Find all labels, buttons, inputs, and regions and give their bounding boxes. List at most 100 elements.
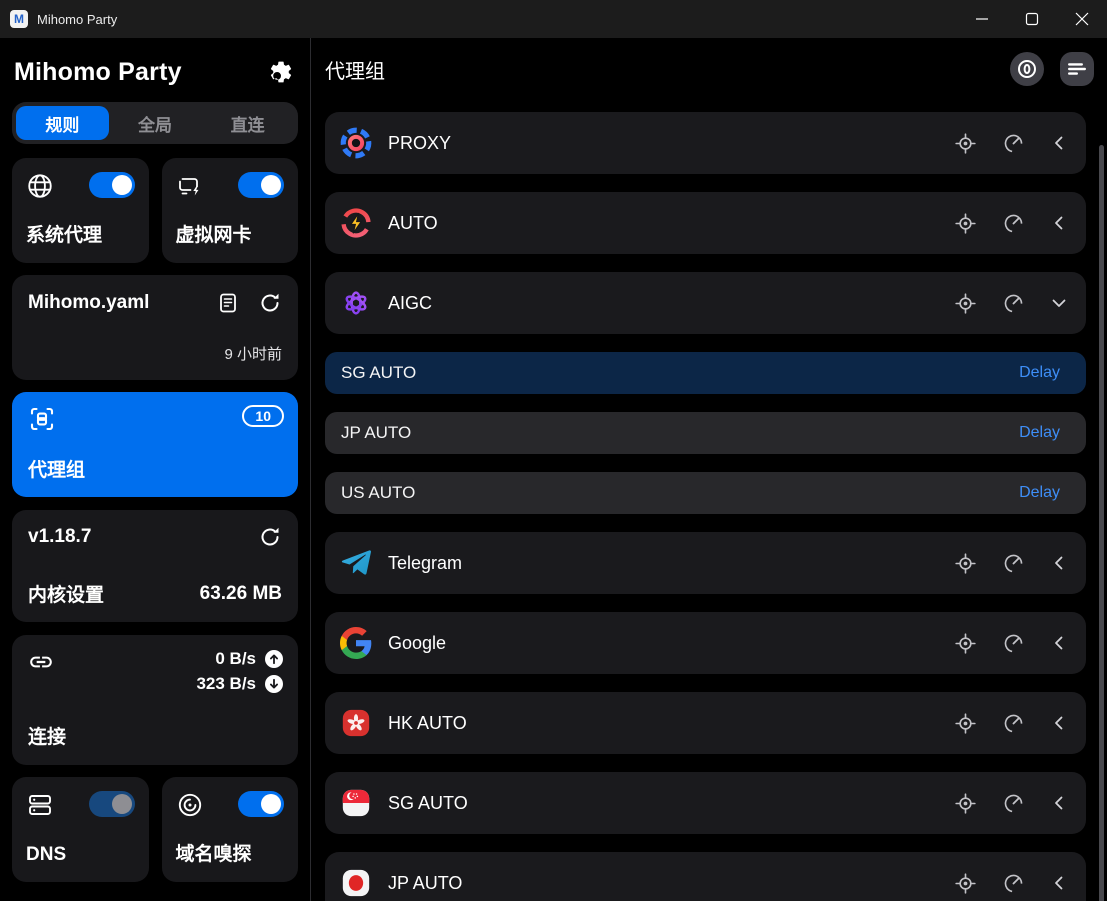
settings-gear-icon[interactable] bbox=[268, 59, 294, 85]
maximize-button[interactable] bbox=[1007, 0, 1057, 38]
sniff-card[interactable]: 域名嗅探 bbox=[162, 777, 299, 882]
sniff-icon bbox=[176, 791, 204, 819]
locate-icon[interactable] bbox=[955, 873, 976, 894]
system-proxy-toggle[interactable] bbox=[89, 172, 135, 198]
chevron-down-icon[interactable] bbox=[1051, 295, 1067, 311]
speedtest-gauge-icon[interactable] bbox=[1003, 213, 1024, 234]
group-name: AIGC bbox=[388, 293, 432, 314]
speedtest-gauge-icon[interactable] bbox=[1003, 713, 1024, 734]
sniff-toggle[interactable] bbox=[238, 791, 284, 817]
connections-label: 连接 bbox=[28, 722, 284, 749]
speedtest-gauge-icon[interactable] bbox=[1003, 873, 1024, 894]
dns-toggle[interactable] bbox=[89, 791, 135, 817]
group-name: SG AUTO bbox=[388, 793, 468, 814]
auto-lightning-logo-icon bbox=[339, 206, 373, 240]
speedtest-gauge-icon[interactable] bbox=[1003, 553, 1024, 574]
scrollbar-thumb[interactable] bbox=[1099, 145, 1104, 901]
download-arrow-icon bbox=[264, 674, 284, 694]
openai-logo-icon bbox=[339, 286, 373, 320]
chevron-left-icon[interactable] bbox=[1051, 635, 1067, 651]
group-row-google[interactable]: Google bbox=[325, 612, 1086, 674]
tab-rule[interactable]: 规则 bbox=[16, 106, 109, 140]
speedtest-gauge-icon[interactable] bbox=[1003, 633, 1024, 654]
group-name: JP AUTO bbox=[388, 873, 462, 894]
dns-card[interactable]: DNS bbox=[12, 777, 149, 882]
locate-icon[interactable] bbox=[955, 793, 976, 814]
delay-display-button[interactable] bbox=[1010, 52, 1044, 86]
proxy-group-list: PROXY bbox=[311, 100, 1107, 901]
group-row-proxy[interactable]: PROXY bbox=[325, 112, 1086, 174]
core-version: v1.18.7 bbox=[28, 526, 91, 548]
connections-card[interactable]: 0 B/s 323 B/s 连接 bbox=[12, 635, 298, 765]
proxy-groups-card[interactable]: 10 代理组 bbox=[12, 392, 298, 497]
hong-kong-flag-icon bbox=[339, 706, 373, 740]
tab-global[interactable]: 全局 bbox=[109, 106, 202, 140]
proxy-groups-icon bbox=[28, 405, 56, 433]
telegram-logo-icon bbox=[339, 546, 373, 580]
core-card[interactable]: v1.18.7 内核设置 63.26 MB bbox=[12, 510, 298, 622]
group-row-auto[interactable]: AUTO bbox=[325, 192, 1086, 254]
sniff-label: 域名嗅探 bbox=[176, 839, 285, 866]
speedtest-gauge-icon[interactable] bbox=[1003, 293, 1024, 314]
core-refresh-icon[interactable] bbox=[258, 525, 282, 549]
proxy-groups-panel: 代理组 bbox=[310, 38, 1107, 901]
zero-circle-icon bbox=[1017, 59, 1037, 79]
proxy-item-us-auto[interactable]: US AUTO Delay bbox=[325, 472, 1086, 514]
locate-icon[interactable] bbox=[955, 713, 976, 734]
sidebar: Mihomo Party 规则 全局 直连 bbox=[0, 38, 310, 901]
list-lines-icon bbox=[1067, 59, 1087, 79]
close-icon bbox=[1075, 12, 1089, 26]
proxy-groups-label: 代理组 bbox=[28, 455, 284, 482]
group-name: Google bbox=[388, 633, 446, 654]
tun-card[interactable]: 虚拟网卡 bbox=[162, 158, 299, 263]
tun-toggle[interactable] bbox=[238, 172, 284, 198]
locate-icon[interactable] bbox=[955, 553, 976, 574]
system-proxy-card[interactable]: 系统代理 bbox=[12, 158, 149, 263]
profile-name: Mihomo.yaml bbox=[28, 292, 149, 314]
singapore-flag-icon bbox=[339, 786, 373, 820]
group-count-badge: 10 bbox=[242, 405, 284, 427]
group-row-hk-auto[interactable]: HK AUTO bbox=[325, 692, 1086, 754]
locate-icon[interactable] bbox=[955, 293, 976, 314]
group-row-sg-auto[interactable]: SG AUTO bbox=[325, 772, 1086, 834]
group-name: Telegram bbox=[388, 553, 462, 574]
download-speed: 323 B/s bbox=[196, 674, 256, 694]
chevron-left-icon[interactable] bbox=[1051, 215, 1067, 231]
locate-icon[interactable] bbox=[955, 633, 976, 654]
close-button[interactable] bbox=[1057, 0, 1107, 38]
speedtest-gauge-icon[interactable] bbox=[1003, 793, 1024, 814]
minimize-icon bbox=[975, 12, 989, 26]
profile-file-icon[interactable] bbox=[216, 291, 240, 315]
core-memory: 63.26 MB bbox=[200, 583, 282, 605]
delay-button[interactable]: Delay bbox=[1019, 424, 1060, 442]
app-title: Mihomo Party bbox=[14, 58, 182, 87]
chevron-left-icon[interactable] bbox=[1051, 715, 1067, 731]
group-name: HK AUTO bbox=[388, 713, 467, 734]
chevron-left-icon[interactable] bbox=[1051, 795, 1067, 811]
chevron-left-icon[interactable] bbox=[1051, 135, 1067, 151]
sort-list-button[interactable] bbox=[1060, 52, 1094, 86]
chevron-left-icon[interactable] bbox=[1051, 555, 1067, 571]
group-row-jp-auto[interactable]: JP AUTO bbox=[325, 852, 1086, 901]
core-settings-label: 内核设置 bbox=[28, 580, 104, 607]
locate-icon[interactable] bbox=[955, 133, 976, 154]
profile-updated-time: 9 小时前 bbox=[28, 343, 282, 364]
japan-flag-icon bbox=[339, 866, 373, 900]
app-logo-icon: M bbox=[10, 10, 28, 28]
dns-label: DNS bbox=[26, 844, 135, 866]
group-row-aigc[interactable]: AIGC bbox=[325, 272, 1086, 334]
delay-button[interactable]: Delay bbox=[1019, 484, 1060, 502]
maximize-icon bbox=[1025, 12, 1039, 26]
chevron-left-icon[interactable] bbox=[1051, 875, 1067, 891]
proxy-item-jp-auto[interactable]: JP AUTO Delay bbox=[325, 412, 1086, 454]
profile-refresh-icon[interactable] bbox=[258, 291, 282, 315]
locate-icon[interactable] bbox=[955, 213, 976, 234]
tab-direct[interactable]: 直连 bbox=[201, 106, 294, 140]
outbound-mode-tabs: 规则 全局 直连 bbox=[12, 102, 298, 144]
profile-card[interactable]: Mihomo.yaml 9 小时前 bbox=[12, 275, 298, 380]
delay-button[interactable]: Delay bbox=[1019, 364, 1060, 382]
group-row-telegram[interactable]: Telegram bbox=[325, 532, 1086, 594]
speedtest-gauge-icon[interactable] bbox=[1003, 133, 1024, 154]
minimize-button[interactable] bbox=[957, 0, 1007, 38]
proxy-item-sg-auto[interactable]: SG AUTO Delay bbox=[325, 352, 1086, 394]
